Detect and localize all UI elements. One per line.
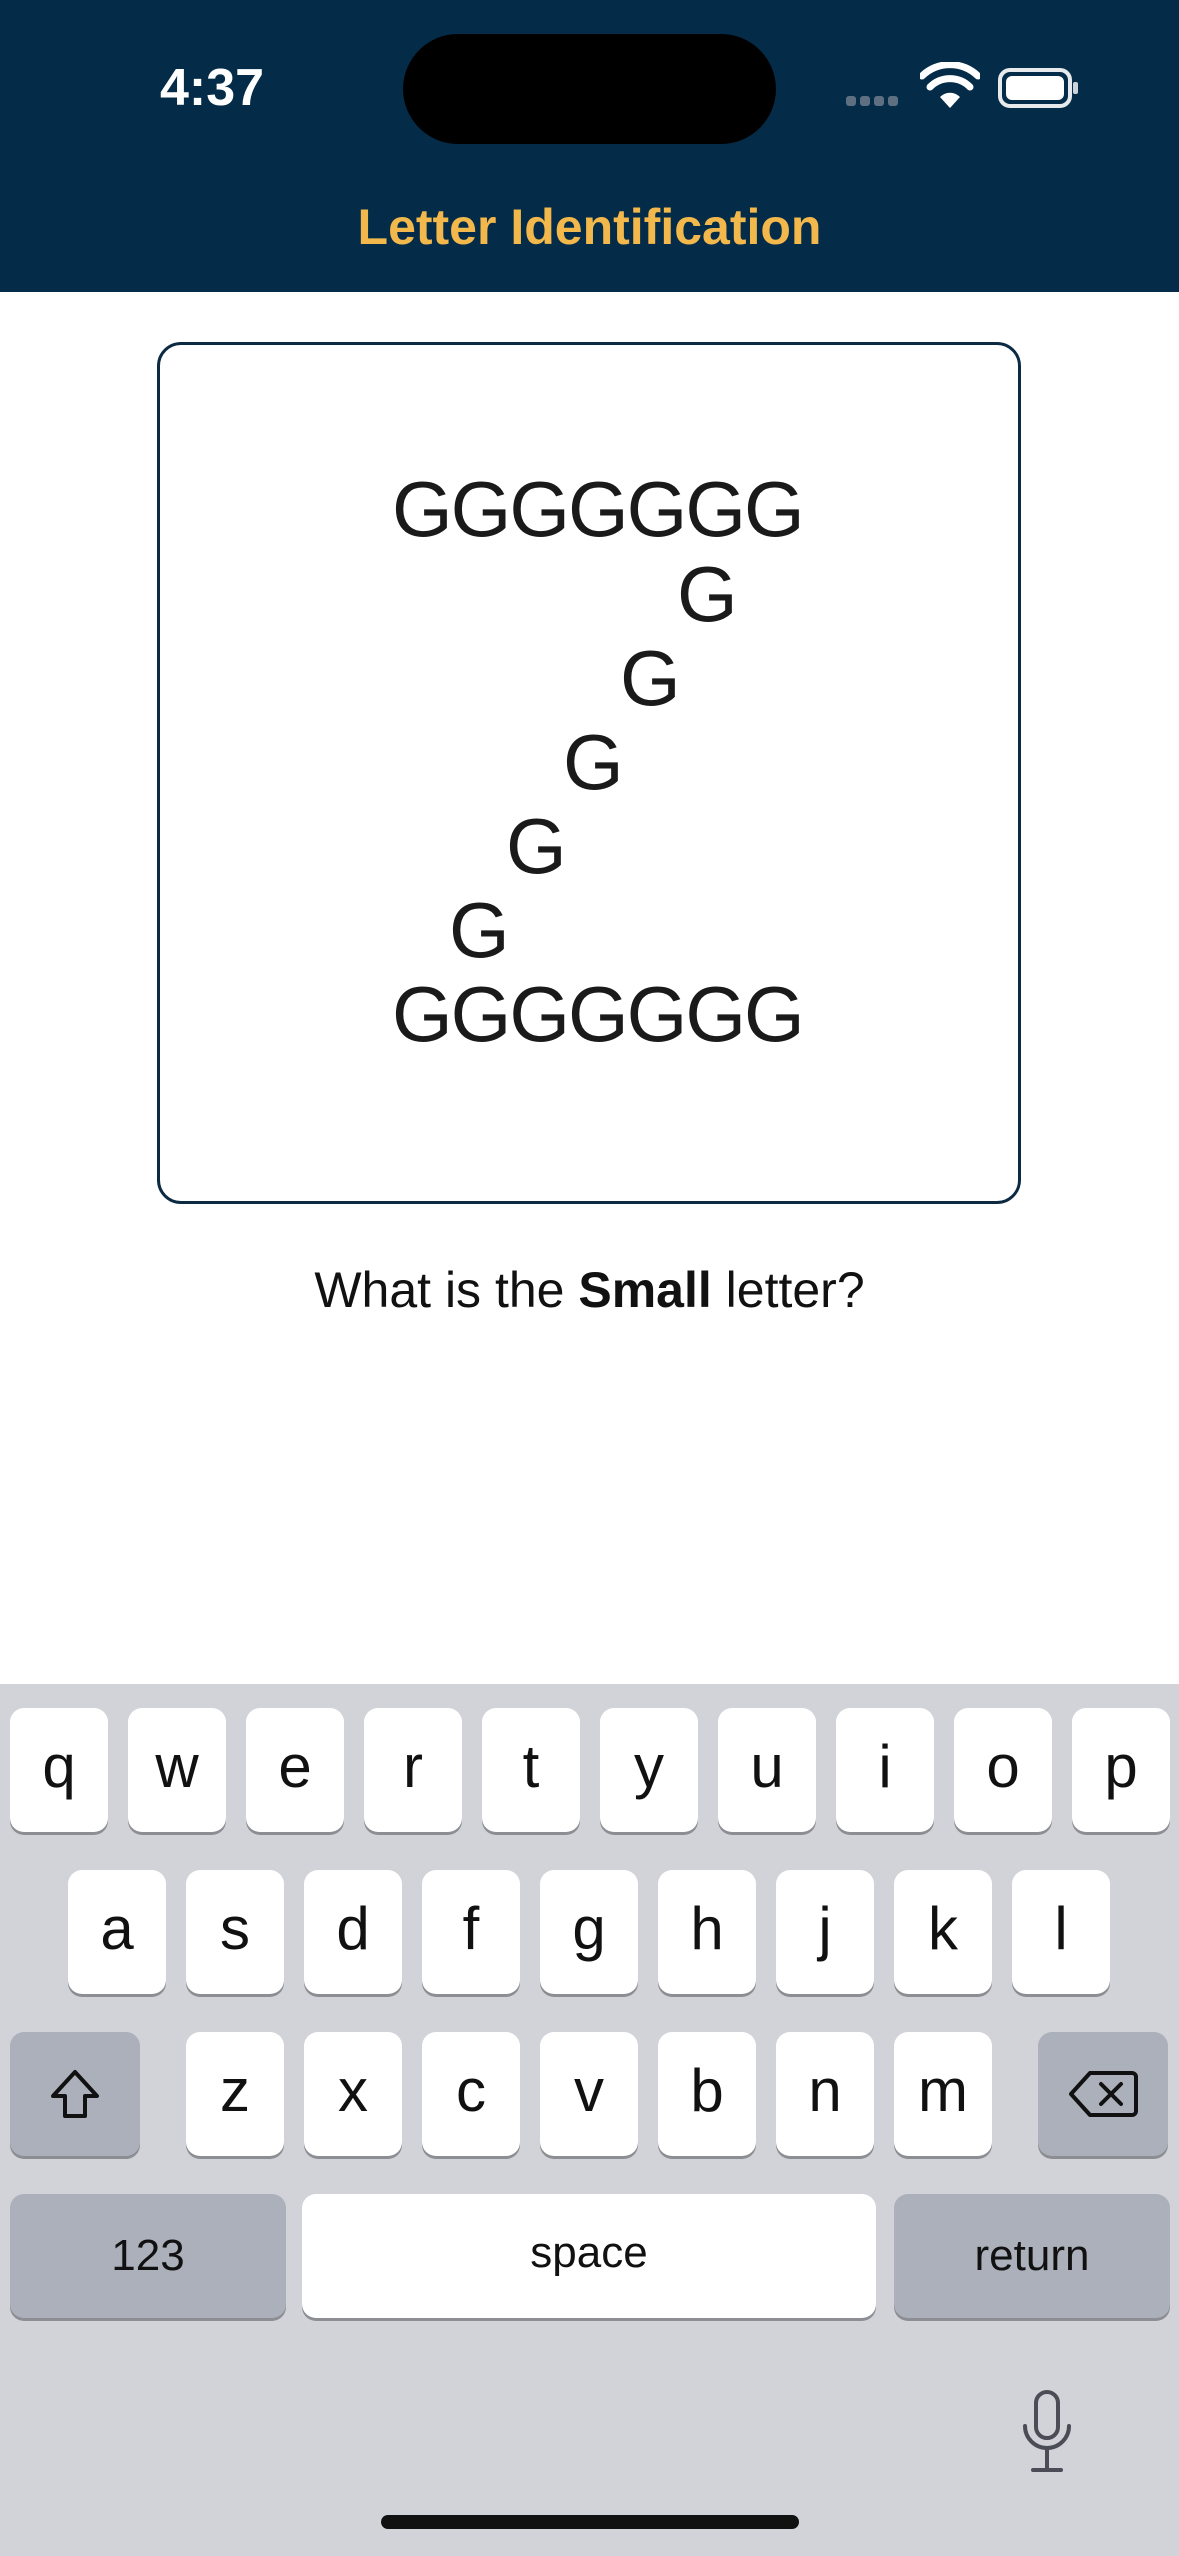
stimulus-row-7: GGGGGGG xyxy=(392,970,805,1058)
app-header: 4:37 Letter Identification xyxy=(0,0,1179,292)
return-key[interactable]: return xyxy=(894,2194,1170,2318)
question-emphasis: Small xyxy=(578,1262,712,1318)
key-d[interactable]: d xyxy=(304,1870,402,1994)
key-v[interactable]: v xyxy=(540,2032,638,2156)
stimulus-row-6: G xyxy=(449,886,510,974)
key-l[interactable]: l xyxy=(1012,1870,1110,1994)
key-k[interactable]: k xyxy=(894,1870,992,1994)
key-g[interactable]: g xyxy=(540,1870,638,1994)
key-s[interactable]: s xyxy=(186,1870,284,1994)
stimulus-card: GGGGGGG G G G G G GGGGGGG xyxy=(157,342,1021,1204)
question-prefix: What is the xyxy=(314,1262,579,1318)
stimulus-row-1: GGGGGGG xyxy=(392,465,805,553)
microphone-icon[interactable] xyxy=(1017,2388,1077,2478)
stimulus-row-2: G xyxy=(677,550,738,638)
key-f[interactable]: f xyxy=(422,1870,520,1994)
stimulus-row-5: G xyxy=(506,802,567,890)
shift-key[interactable] xyxy=(10,2032,140,2156)
key-n[interactable]: n xyxy=(776,2032,874,2156)
key-b[interactable]: b xyxy=(658,2032,756,2156)
key-e[interactable]: e xyxy=(246,1708,344,1832)
home-indicator[interactable] xyxy=(381,2515,799,2529)
question-prompt: What is the Small letter? xyxy=(0,1255,1179,1325)
battery-icon xyxy=(998,68,1078,108)
key-y[interactable]: y xyxy=(600,1708,698,1832)
key-x[interactable]: x xyxy=(304,2032,402,2156)
key-j[interactable]: j xyxy=(776,1870,874,1994)
key-r[interactable]: r xyxy=(364,1708,462,1832)
wifi-icon xyxy=(920,62,980,108)
key-p[interactable]: p xyxy=(1072,1708,1170,1832)
key-w[interactable]: w xyxy=(128,1708,226,1832)
key-z[interactable]: z xyxy=(186,2032,284,2156)
key-t[interactable]: t xyxy=(482,1708,580,1832)
shift-icon xyxy=(51,2070,99,2118)
key-c[interactable]: c xyxy=(422,2032,520,2156)
key-o[interactable]: o xyxy=(954,1708,1052,1832)
key-a[interactable]: a xyxy=(68,1870,166,1994)
key-h[interactable]: h xyxy=(658,1870,756,1994)
dynamic-island xyxy=(403,34,776,144)
key-m[interactable]: m xyxy=(894,2032,992,2156)
delete-key[interactable] xyxy=(1038,2032,1168,2156)
status-time: 4:37 xyxy=(160,59,265,117)
key-u[interactable]: u xyxy=(718,1708,816,1832)
question-suffix: letter? xyxy=(711,1262,865,1318)
space-key[interactable]: space xyxy=(302,2194,876,2318)
page-title: Letter Identification xyxy=(357,199,822,255)
cellular-signal-icon xyxy=(846,96,906,108)
key-i[interactable]: i xyxy=(836,1708,934,1832)
stimulus-row-4: G xyxy=(563,718,624,806)
stimulus-row-3: G xyxy=(620,634,681,722)
numbers-key[interactable]: 123 xyxy=(10,2194,286,2318)
delete-icon xyxy=(1069,2071,1138,2117)
key-q[interactable]: q xyxy=(10,1708,108,1832)
